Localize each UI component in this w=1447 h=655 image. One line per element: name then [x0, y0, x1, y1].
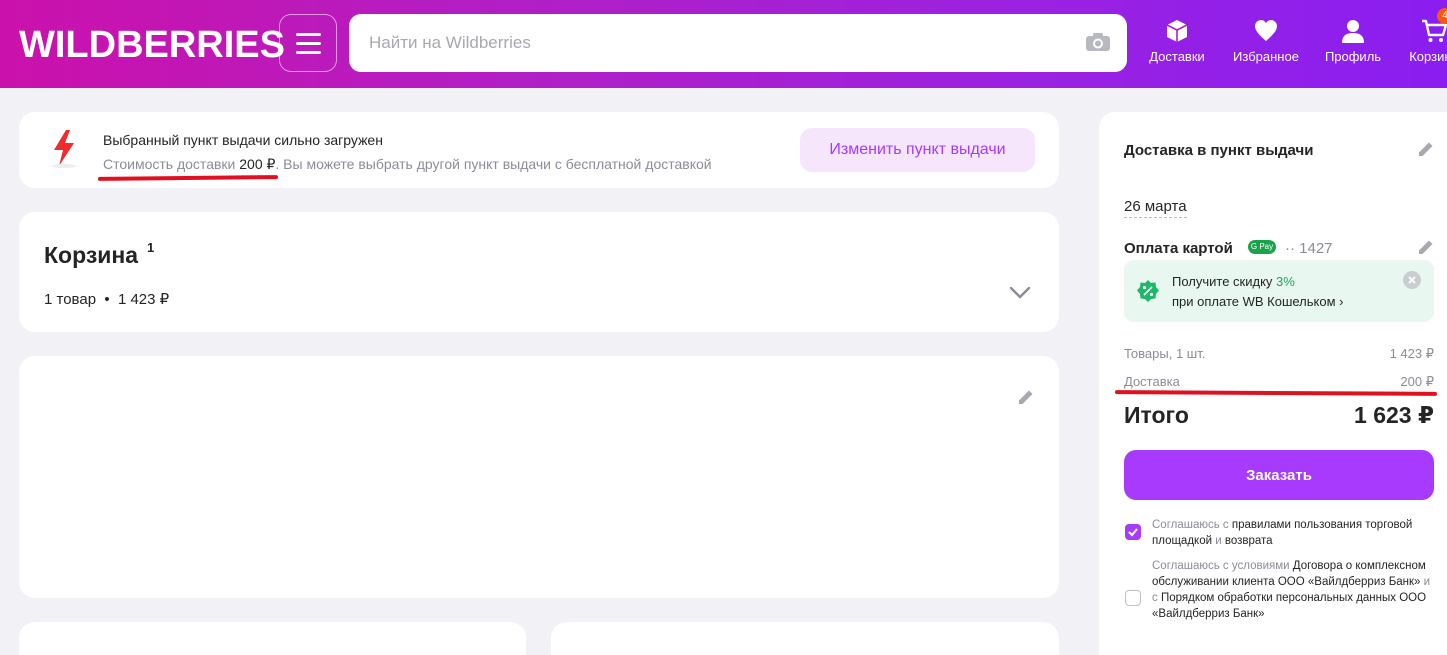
cart-section: Корзина 1 1 товар • 1 423 ₽ — [19, 212, 1059, 332]
cart-badge: 4 — [1437, 8, 1447, 24]
pencil-icon[interactable] — [1417, 140, 1435, 158]
agree-text: и — [1212, 535, 1225, 547]
nav-label: Профиль — [1324, 49, 1382, 64]
close-icon[interactable] — [1403, 271, 1421, 289]
bottom-card-right — [551, 622, 1059, 655]
menu-line — [296, 51, 321, 54]
nav-deliveries[interactable]: Доставки — [1147, 18, 1207, 64]
agree-bank-checkbox[interactable] — [1125, 590, 1141, 606]
promo-line2: при оплате WB Кошельком › — [1172, 294, 1344, 309]
user-icon — [1342, 20, 1364, 43]
agree-bank-text: Соглашаюсь с условиями Договора о компле… — [1152, 558, 1437, 622]
chevron-down-icon[interactable] — [1009, 286, 1031, 300]
menu-button[interactable] — [279, 14, 337, 72]
agree-text: Соглашаюсь с — [1152, 519, 1232, 531]
goods-label: Товары, 1 шт. — [1124, 346, 1206, 361]
delivery-row: Доставка 200 ₽ — [1124, 374, 1434, 389]
nav-label: Корзина — [1409, 49, 1447, 64]
promo-prefix: Получите скидку — [1172, 274, 1277, 289]
total-label: Итого — [1124, 402, 1189, 428]
return-link[interactable]: возврата — [1225, 535, 1273, 547]
agree-rules-checkbox[interactable] — [1125, 524, 1141, 540]
nav-profile[interactable]: Профиль — [1322, 18, 1384, 64]
cost-rest: . Вы можете выбрать другой пункт выдачи … — [275, 156, 712, 172]
change-pickup-button[interactable]: Изменить пункт выдачи — [800, 128, 1035, 172]
order-summary: Доставка в пункт выдачи 26 марта Оплата … — [1099, 112, 1447, 655]
delivery-value: 200 ₽ — [1400, 374, 1434, 389]
header: WILDBERRIES Доставки Избранное Профил — [0, 0, 1447, 88]
cost-value: 200 ₽ — [239, 156, 276, 172]
nav-label: Доставки — [1149, 49, 1205, 64]
cart-title: Корзина — [44, 242, 139, 268]
pencil-icon[interactable] — [1417, 238, 1435, 256]
gpay-badge: G Pay — [1248, 240, 1276, 254]
agree-rules-text: Соглашаюсь с правилами пользования торго… — [1152, 517, 1437, 549]
card-number: ·· 1427 — [1285, 240, 1333, 257]
delivery-label: Доставка — [1124, 374, 1180, 389]
annotation-underline — [1114, 390, 1438, 396]
logo[interactable]: WILDBERRIES — [19, 24, 285, 67]
lightning-icon — [52, 130, 76, 168]
menu-line — [296, 42, 321, 45]
bottom-card-left — [19, 622, 526, 655]
order-button[interactable]: Заказать — [1124, 450, 1434, 500]
delivery-title: Доставка в пункт выдачи — [1124, 142, 1314, 159]
nav-favorites[interactable]: Избранное — [1230, 18, 1302, 64]
cart-summary: 1 товар • 1 423 ₽ — [44, 291, 170, 308]
promo-line1: Получите скидку 3% — [1172, 274, 1295, 289]
search-input[interactable] — [349, 14, 1069, 72]
goods-row: Товары, 1 шт. 1 423 ₽ — [1124, 346, 1434, 361]
cost-label: Стоимость доставки — [103, 156, 240, 172]
nav-cart[interactable]: Корзина — [1404, 18, 1447, 64]
agree-text: Соглашаюсь с условиями — [1152, 560, 1293, 572]
notice-title: Выбранный пункт выдачи сильно загружен — [103, 132, 383, 148]
pencil-icon[interactable] — [1017, 388, 1035, 406]
camera-icon[interactable] — [1085, 32, 1111, 52]
privacy-link[interactable]: Порядком обработки персональных данных О… — [1152, 592, 1426, 620]
goods-value: 1 423 ₽ — [1389, 346, 1434, 361]
payment-title: Оплата картой — [1124, 240, 1233, 257]
nav-label: Избранное — [1233, 49, 1299, 64]
box-icon — [1166, 20, 1188, 42]
search-box — [349, 14, 1127, 72]
total-row: Итого 1 623 ₽ — [1124, 402, 1434, 429]
percent-icon — [1137, 280, 1159, 302]
cart-count: 1 — [147, 240, 155, 255]
wallet-promo[interactable]: Получите скидку 3% при оплате WB Кошельк… — [1124, 260, 1434, 322]
total-value: 1 623 ₽ — [1354, 402, 1434, 428]
promo-percent: 3% — [1276, 274, 1295, 289]
delivery-address-card — [19, 356, 1059, 598]
delivery-date[interactable]: 26 марта — [1124, 198, 1187, 218]
menu-line — [296, 33, 321, 36]
notice-text: Стоимость доставки 200 ₽. Вы можете выбр… — [103, 156, 712, 173]
heart-icon — [1255, 20, 1277, 41]
